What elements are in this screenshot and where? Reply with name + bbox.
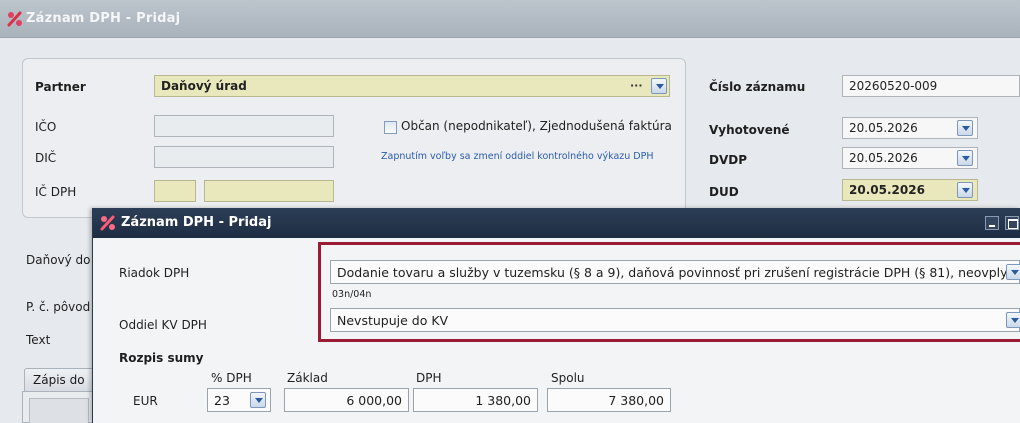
partner-browse-button[interactable]: ···	[630, 79, 643, 92]
dvdp-label: DVDP	[709, 153, 748, 167]
danovy-doklad-label: Daňový do	[26, 253, 91, 267]
povodny-doklad-label: P. č. pôvod	[26, 300, 91, 314]
col-pct-header: % DPH	[211, 371, 252, 385]
vyhotovene-calendar-icon[interactable]	[957, 120, 973, 136]
oddiel-kv-select[interactable]: Nevstupuje do KV	[330, 308, 1020, 332]
oddiel-kv-dropdown-icon[interactable]	[1006, 312, 1020, 328]
pct-dropdown-icon[interactable]	[250, 392, 266, 408]
col-dph-header: DPH	[416, 371, 442, 385]
dic-field[interactable]	[154, 146, 334, 168]
minimize-icon[interactable]	[985, 216, 999, 230]
tab-body	[22, 391, 97, 423]
pct-value: 23	[214, 393, 230, 408]
background-window-title: Záznam DPH - Pridaj	[26, 11, 181, 26]
riadok-dph-select[interactable]: Dodanie tovaru a služby v tuzemsku (§ 8 …	[330, 260, 1020, 284]
oddiel-kv-value: Nevstupuje do KV	[337, 313, 449, 328]
icdph-number-field[interactable]	[204, 180, 334, 202]
dvdp-value: 20.05.2026	[849, 151, 918, 165]
dud-calendar-icon[interactable]	[957, 182, 973, 198]
vyhotovene-label: Vyhotovené	[709, 123, 790, 137]
vyhotovene-value: 20.05.2026	[849, 121, 918, 135]
cislo-zaznamu-label: Číslo záznamu	[709, 80, 806, 94]
spolu-field[interactable]: 7 380,00	[547, 388, 671, 412]
tab-zapis[interactable]: Zápis do	[24, 368, 94, 392]
partner-label: Partner	[35, 80, 86, 94]
dialog-title: Záznam DPH - Pridaj	[121, 215, 272, 230]
riadok-dph-value: Dodanie tovaru a služby v tuzemsku (§ 8 …	[337, 265, 1020, 280]
dph-field[interactable]: 1 380,00	[413, 388, 538, 412]
obcan-checkbox[interactable]	[384, 121, 397, 134]
dic-label: DIČ	[35, 151, 57, 165]
partner-field[interactable]: Daňový úrad	[154, 75, 670, 97]
dialog-title-bar[interactable]: Záznam DPH - Pridaj	[93, 208, 1020, 238]
oddiel-kv-label: Oddiel KV DPH	[119, 318, 207, 332]
dvdp-calendar-icon[interactable]	[957, 150, 973, 166]
background-title-bar: Záznam DPH - Pridaj	[0, 0, 1020, 38]
riadok-dph-code: 03n/04n	[332, 289, 372, 300]
col-spolu-header: Spolu	[551, 371, 585, 385]
dialog-app-icon	[100, 215, 115, 231]
partner-value: Daňový úrad	[161, 79, 247, 93]
dud-value: 20.05.2026	[849, 183, 925, 197]
obcan-checkbox-label: Občan (nepodnikateľ), Zjednodušená faktú…	[401, 119, 672, 133]
icdph-label: IČ DPH	[35, 185, 77, 199]
rozpis-sumy-title: Rozpis sumy	[119, 351, 204, 365]
tab-inner-frame	[29, 398, 89, 423]
app-icon	[7, 11, 22, 27]
zaklad-field[interactable]: 6 000,00	[284, 388, 409, 412]
ico-field[interactable]	[154, 115, 334, 137]
currency-label: EUR	[133, 394, 158, 408]
kv-note: Zapnutím voľby sa zmení oddiel kontrolné…	[381, 151, 654, 162]
maximize-icon[interactable]	[1005, 216, 1019, 230]
partner-dropdown-icon[interactable]	[651, 78, 667, 94]
ico-label: IČO	[35, 120, 57, 134]
col-zaklad-header: Základ	[287, 371, 328, 385]
icdph-prefix-field[interactable]	[154, 180, 196, 202]
riadok-dph-label: Riadok DPH	[119, 266, 190, 280]
text-label: Text	[26, 333, 51, 347]
riadok-dph-dropdown-icon[interactable]	[1006, 264, 1020, 280]
cislo-zaznamu-field[interactable]: 20260520-009	[842, 75, 1020, 97]
dud-label: DUD	[709, 185, 739, 199]
